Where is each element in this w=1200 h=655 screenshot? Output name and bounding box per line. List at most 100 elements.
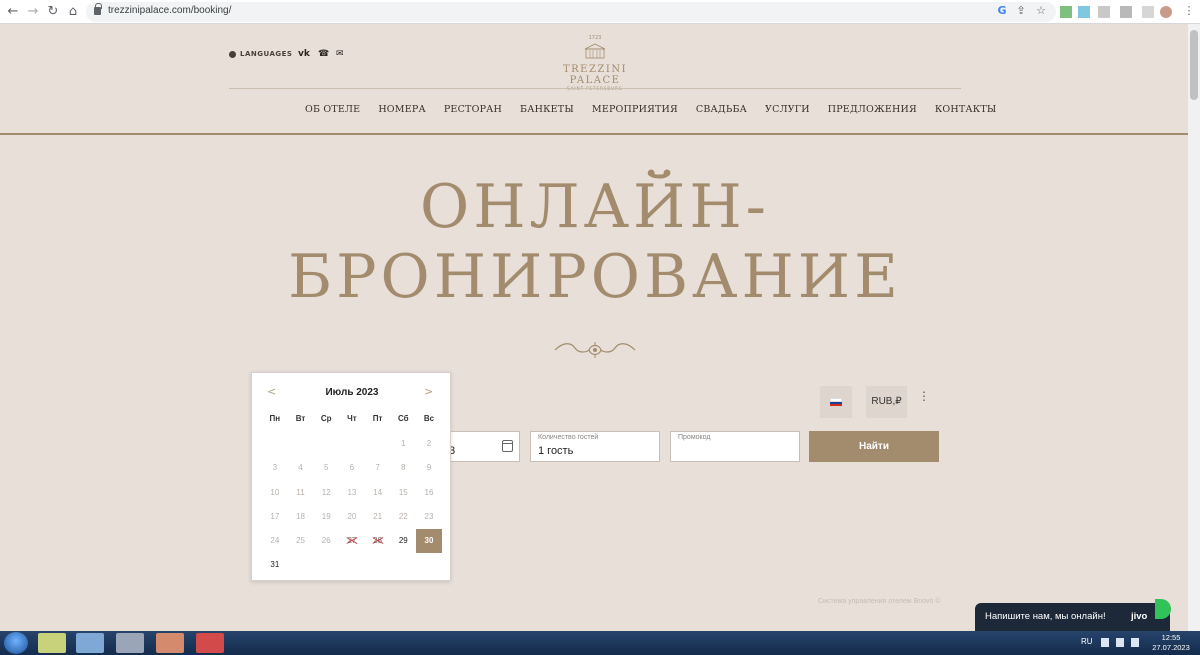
guests-label: Количество гостей bbox=[538, 434, 599, 441]
home-icon[interactable]: ⌂ bbox=[64, 3, 82, 21]
extension-icon[interactable] bbox=[1098, 6, 1110, 18]
calendar-day: 7 bbox=[375, 463, 380, 473]
weekday-header: Сб bbox=[397, 414, 409, 423]
calendar-icon[interactable] bbox=[502, 440, 513, 452]
calendar-day: 15 bbox=[398, 487, 408, 497]
calendar-day: 5 bbox=[323, 463, 329, 473]
nav-item-events[interactable]: МЕРОПРИЯТИЯ bbox=[592, 104, 678, 115]
header-bottom-line bbox=[0, 133, 1200, 135]
url-text[interactable]: trezzinipalace.com/booking/ bbox=[108, 5, 231, 16]
calendar-empty-cell bbox=[262, 432, 288, 456]
nav-item-contacts[interactable]: КОНТАКТЫ bbox=[935, 104, 997, 115]
calendar-day: 25 bbox=[296, 535, 305, 545]
nav-item-restaurant[interactable]: РЕСТОРАН bbox=[444, 104, 502, 115]
start-button[interactable] bbox=[4, 632, 28, 654]
calendar-day[interactable]: 31 bbox=[262, 553, 288, 577]
vk-icon[interactable]: vk bbox=[298, 49, 310, 59]
language-flag-button[interactable] bbox=[820, 386, 852, 418]
find-button[interactable]: Найти bbox=[809, 431, 939, 462]
taskbar-app[interactable] bbox=[196, 633, 224, 653]
taskbar-app[interactable] bbox=[38, 633, 66, 653]
scrollbar-thumb[interactable] bbox=[1190, 30, 1198, 100]
calendar-day: 11 bbox=[296, 487, 305, 497]
next-month-icon[interactable]: > bbox=[424, 385, 433, 398]
extension-icon[interactable] bbox=[1142, 6, 1154, 18]
forward-icon[interactable]: → bbox=[24, 3, 42, 21]
extension-icon[interactable] bbox=[1078, 6, 1090, 18]
languages-label: LANGUAGES bbox=[240, 50, 293, 58]
star-icon[interactable]: ☆ bbox=[1034, 4, 1048, 18]
calendar-day: 23 bbox=[424, 511, 434, 521]
calendar-day: 22 bbox=[398, 511, 408, 521]
weekday-header: Ср bbox=[320, 414, 332, 423]
lock-icon bbox=[94, 3, 102, 15]
guests-field[interactable]: Количество гостей 1 гость bbox=[530, 431, 660, 462]
page-title: ОНЛАЙН- БРОНИРОВАНИЕ bbox=[0, 172, 1190, 312]
calendar-day[interactable]: 29 bbox=[390, 529, 416, 553]
calendar-day: 2 bbox=[426, 439, 432, 449]
bnovo-credit[interactable]: Система управления отелем Bnovo © bbox=[818, 598, 940, 605]
languages-switcher[interactable]: LANGUAGES bbox=[229, 50, 292, 58]
chat-text: Напишите нам, мы онлайн! bbox=[985, 611, 1106, 622]
reload-icon[interactable]: ↻ bbox=[44, 3, 62, 21]
calendar-day: 12 bbox=[321, 487, 331, 497]
clock-date: 27.07.2023 bbox=[1152, 643, 1190, 652]
google-icon[interactable]: G bbox=[995, 4, 1009, 18]
browser-menu-icon[interactable]: ⋮ bbox=[1182, 4, 1196, 18]
calendar-day: 14 bbox=[373, 487, 383, 497]
hotel-logo[interactable]: 1723 TREZZINI PALACE SAINT-PETERSBURG bbox=[540, 35, 650, 91]
page-scrollbar[interactable] bbox=[1188, 24, 1200, 631]
chat-widget[interactable]: Напишите нам, мы онлайн! jivo bbox=[975, 599, 1171, 631]
flag-tray-icon[interactable] bbox=[1101, 638, 1109, 647]
input-language[interactable]: RU bbox=[1081, 637, 1093, 646]
calendar-day: 6 bbox=[349, 463, 355, 473]
calendar-empty-cell bbox=[365, 432, 391, 456]
nav-item-offers[interactable]: ПРЕДЛОЖЕНИЯ bbox=[828, 104, 917, 115]
logo-year: 1723 bbox=[588, 35, 602, 41]
promo-field[interactable]: Промокод bbox=[670, 431, 800, 462]
calendar-day: 26 bbox=[321, 535, 331, 545]
extension-icon[interactable] bbox=[1060, 6, 1072, 18]
volume-tray-icon[interactable] bbox=[1131, 638, 1139, 647]
currency-button[interactable]: RUB,₽ bbox=[866, 386, 907, 418]
calendar-grid: Пн Вт Ср Чт Пт Сб Вс 1 2 3 4 5 6 7 8 9 10 11 12 13 14 15 16 17 1… bbox=[262, 408, 442, 577]
header-divider bbox=[229, 88, 961, 89]
back-icon[interactable]: ← bbox=[4, 3, 22, 21]
calendar-empty-cell bbox=[288, 432, 314, 456]
calendar-day: 20 bbox=[347, 511, 357, 521]
nav-item-rooms[interactable]: НОМЕРА bbox=[378, 104, 426, 115]
calendar-day: 21 bbox=[373, 511, 383, 521]
calendar-day: 19 bbox=[321, 511, 331, 521]
calendar-day: 8 bbox=[401, 463, 406, 473]
phone-icon[interactable]: ☎ bbox=[318, 49, 329, 59]
system-clock[interactable]: 12:55 27.07.2023 bbox=[1148, 633, 1194, 653]
network-tray-icon[interactable] bbox=[1116, 638, 1124, 647]
taskbar-app[interactable] bbox=[76, 633, 104, 653]
extension-icon[interactable] bbox=[1120, 6, 1132, 18]
weekday-header: Пт bbox=[372, 414, 383, 423]
share-icon[interactable]: ⇪ bbox=[1014, 4, 1028, 18]
windows-taskbar: RU 12:55 27.07.2023 bbox=[0, 631, 1200, 655]
mail-icon[interactable]: ✉ bbox=[336, 49, 344, 59]
main-nav: ОБ ОТЕЛЕ НОМЕРА РЕСТОРАН БАНКЕТЫ МЕРОПРИ… bbox=[305, 104, 996, 115]
nav-item-about[interactable]: ОБ ОТЕЛЕ bbox=[305, 104, 360, 115]
calendar-day: 18 bbox=[296, 511, 305, 521]
calendar-day: 17 bbox=[270, 511, 280, 521]
profile-avatar[interactable] bbox=[1160, 6, 1172, 18]
clock-time: 12:55 bbox=[1161, 633, 1181, 642]
address-bar[interactable]: trezzinipalace.com/booking/ bbox=[86, 2, 1056, 22]
calendar-day[interactable]: 30 bbox=[416, 528, 442, 554]
calendar-empty-cell bbox=[339, 432, 365, 456]
weekday-header: Пн bbox=[269, 414, 281, 423]
more-options-icon[interactable]: ⋮ bbox=[918, 390, 930, 402]
calendar-day: 24 bbox=[270, 535, 280, 545]
nav-item-wedding[interactable]: СВАДЬБА bbox=[696, 104, 747, 115]
taskbar-app[interactable] bbox=[116, 633, 144, 653]
nav-item-services[interactable]: УСЛУГИ bbox=[765, 104, 810, 115]
page-title-line2: БРОНИРОВАНИЕ bbox=[288, 242, 902, 312]
calendar-day: 27 bbox=[339, 529, 365, 553]
taskbar-app[interactable] bbox=[156, 633, 184, 653]
globe-icon bbox=[229, 50, 236, 58]
promo-label: Промокод bbox=[678, 434, 711, 441]
nav-item-banquets[interactable]: БАНКЕТЫ bbox=[520, 104, 574, 115]
